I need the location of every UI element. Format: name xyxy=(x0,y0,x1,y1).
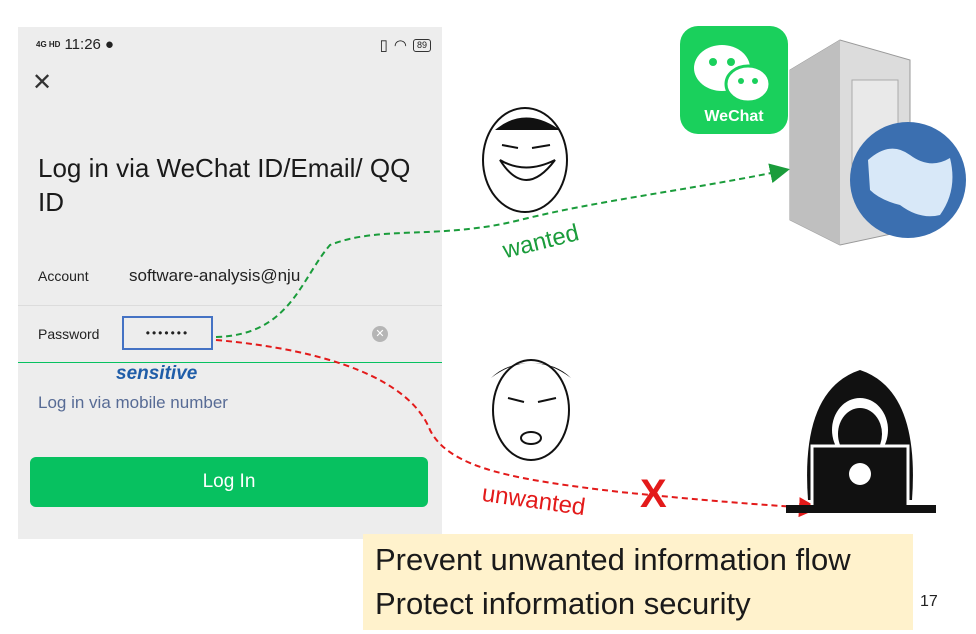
wechat-logo: WeChat xyxy=(680,26,788,134)
server-icon xyxy=(789,39,966,246)
callout-line-1: Prevent unwanted information flow xyxy=(375,542,851,577)
happy-face-icon xyxy=(482,107,568,213)
callout-box: Prevent unwanted information flow Protec… xyxy=(363,534,913,630)
worried-face-icon xyxy=(491,359,571,461)
callout-line-2: Protect information security xyxy=(375,586,751,621)
wechat-logo-text: WeChat xyxy=(704,108,764,125)
blocked-icon: X xyxy=(640,472,667,516)
page-number: 17 xyxy=(920,593,938,610)
hacker-icon xyxy=(786,370,936,513)
